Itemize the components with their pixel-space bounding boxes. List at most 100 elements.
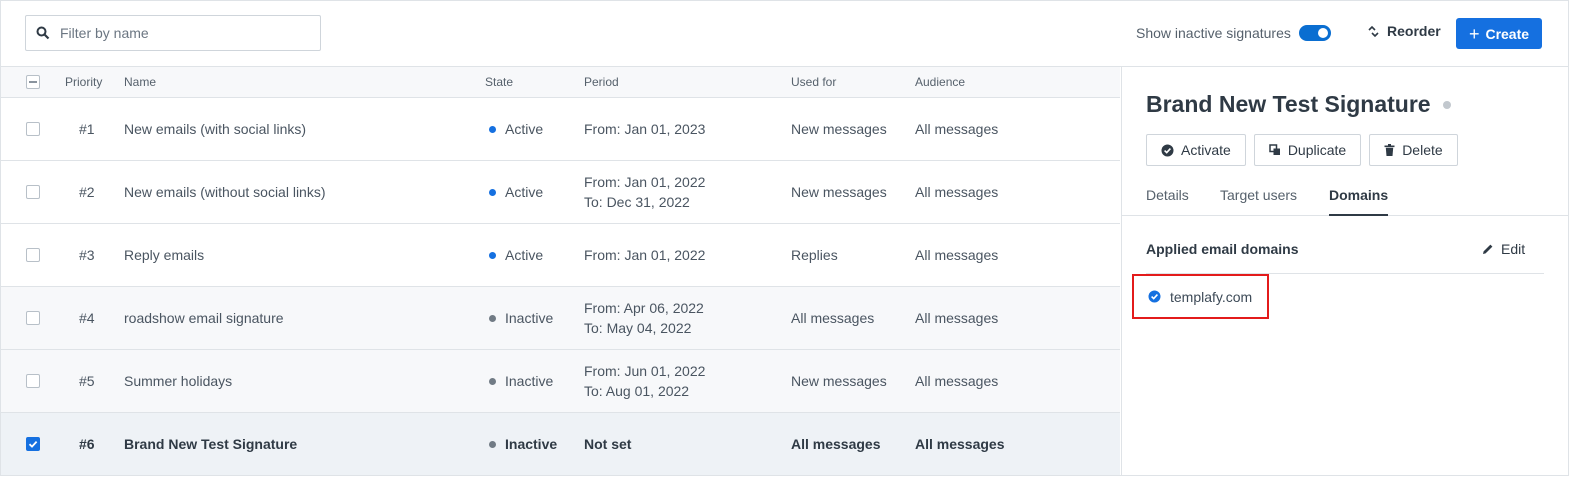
row-period-to: To: May 04, 2022 (584, 320, 692, 336)
search-input[interactable] (58, 24, 302, 42)
create-button[interactable]: + Create (1456, 18, 1542, 49)
row-priority: #6 (79, 436, 95, 452)
row-state-label: Inactive (505, 310, 554, 326)
state-dot-icon (489, 314, 496, 322)
row-used-for: New messages (791, 184, 887, 200)
show-inactive-toggle[interactable] (1298, 25, 1331, 41)
row-name: New emails (without social links) (124, 184, 326, 200)
show-inactive-control[interactable]: Show inactive signatures (1136, 25, 1331, 41)
header-period[interactable]: Period (584, 67, 619, 97)
row-period: Not set (584, 413, 631, 475)
tab-target-users[interactable]: Target users (1220, 187, 1297, 214)
reorder-label: Reorder (1387, 23, 1441, 39)
header-name[interactable]: Name (124, 67, 156, 97)
row-state: Active (489, 98, 543, 160)
row-state: Inactive (489, 350, 553, 412)
row-checkbox[interactable] (26, 185, 40, 199)
header-priority[interactable]: Priority (65, 67, 102, 97)
row-audience: All messages (915, 436, 1005, 452)
pencil-icon (1483, 244, 1493, 254)
table-row-selected[interactable]: #6 Brand New Test Signature Inactive Not… (1, 413, 1120, 475)
header-state[interactable]: State (485, 67, 513, 97)
table-row[interactable]: #1 New emails (with social links) Active… (1, 98, 1120, 161)
activate-label: Activate (1181, 142, 1231, 158)
row-period-from: Not set (584, 436, 632, 452)
plus-icon: + (1468, 23, 1480, 44)
row-period: From: Apr 06, 2022 To: May 04, 2022 (584, 287, 704, 349)
row-state: Active (489, 161, 543, 223)
delete-label: Delete (1402, 142, 1443, 158)
activate-button[interactable]: Activate (1146, 134, 1246, 166)
row-audience: All messages (915, 373, 999, 389)
row-audience: All messages (915, 310, 999, 326)
panel-actions: Activate Duplicate Delete (1146, 134, 1466, 166)
row-state-label: Inactive (505, 373, 554, 389)
signatures-table: Priority Name State Period Used for Audi… (1, 67, 1120, 475)
row-checkbox-checked[interactable] (26, 437, 40, 451)
tab-details[interactable]: Details (1146, 187, 1189, 214)
row-name: Summer holidays (124, 373, 233, 389)
search-icon (36, 26, 50, 40)
row-checkbox[interactable] (26, 374, 40, 388)
row-used-for: All messages (791, 310, 875, 326)
row-state-label: Active (505, 247, 544, 263)
row-period-to: To: Aug 01, 2022 (584, 383, 690, 399)
create-label: Create (1485, 25, 1530, 42)
row-period: From: Jan 01, 2023 (584, 98, 705, 160)
row-state-label: Active (505, 121, 544, 137)
edit-label: Edit (1501, 241, 1526, 257)
detail-panel: Brand New Test Signature Activate Duplic… (1121, 67, 1569, 475)
header-audience[interactable]: Audience (915, 67, 965, 97)
duplicate-button[interactable]: Duplicate (1253, 134, 1362, 166)
row-priority: #3 (79, 247, 95, 263)
show-inactive-label: Show inactive signatures (1136, 25, 1291, 41)
row-audience: All messages (915, 247, 999, 263)
signatures-app: Show inactive signatures Reorder + Creat… (0, 0, 1569, 476)
checkmark-icon (28, 440, 38, 448)
row-priority: #1 (79, 121, 95, 137)
state-dot-icon (489, 440, 496, 448)
search-box[interactable] (25, 15, 321, 51)
panel-title: Brand New Test Signature (1146, 91, 1451, 118)
table-header: Priority Name State Period Used for Audi… (1, 67, 1120, 98)
row-priority: #2 (79, 184, 95, 200)
row-period-to: To: Dec 31, 2022 (584, 194, 690, 210)
tab-domains[interactable]: Domains (1329, 187, 1389, 216)
row-used-for: New messages (791, 373, 887, 389)
row-period-from: From: Jun 01, 2022 (584, 363, 706, 379)
row-audience: All messages (915, 121, 999, 137)
edit-button[interactable]: Edit (1482, 241, 1525, 257)
reorder-button[interactable]: Reorder (1367, 23, 1441, 39)
table-row[interactable]: #4 roadshow email signature Inactive Fro… (1, 287, 1120, 350)
duplicate-label: Duplicate (1287, 142, 1347, 158)
state-dot-icon (489, 377, 496, 385)
state-dot-icon (489, 251, 496, 259)
row-checkbox[interactable] (26, 248, 40, 262)
row-name: New emails (with social links) (124, 121, 307, 137)
row-priority: #4 (79, 310, 95, 326)
panel-title-text: Brand New Test Signature (1146, 91, 1431, 117)
row-used-for: All messages (791, 436, 881, 452)
toolbar: Show inactive signatures Reorder + Creat… (1, 1, 1568, 67)
table-row[interactable]: #2 New emails (without social links) Act… (1, 161, 1120, 224)
domain-name: templafy.com (1170, 288, 1253, 305)
row-state: Inactive (489, 287, 553, 349)
row-state: Inactive (489, 413, 557, 475)
panel-tabs: Details Target users Domains (1122, 185, 1569, 216)
row-used-for: New messages (791, 121, 887, 137)
table-row[interactable]: #5 Summer holidays Inactive From: Jun 01… (1, 350, 1120, 413)
row-period-from: From: Apr 06, 2022 (584, 300, 704, 316)
row-checkbox[interactable] (26, 122, 40, 136)
domain-item: templafy.com (1132, 274, 1269, 319)
row-checkbox[interactable] (26, 311, 40, 325)
select-all-checkbox[interactable] (26, 75, 40, 89)
row-period-from: From: Jan 01, 2023 (584, 121, 706, 137)
table-row[interactable]: #3 Reply emails Active From: Jan 01, 202… (1, 224, 1120, 287)
delete-button[interactable]: Delete (1369, 134, 1458, 166)
row-name: roadshow email signature (124, 310, 284, 326)
row-state-label: Active (505, 184, 544, 200)
row-name: Reply emails (124, 247, 205, 263)
state-dot-icon (489, 188, 496, 196)
header-used-for[interactable]: Used for (791, 67, 836, 97)
check-circle-icon (1148, 290, 1161, 303)
